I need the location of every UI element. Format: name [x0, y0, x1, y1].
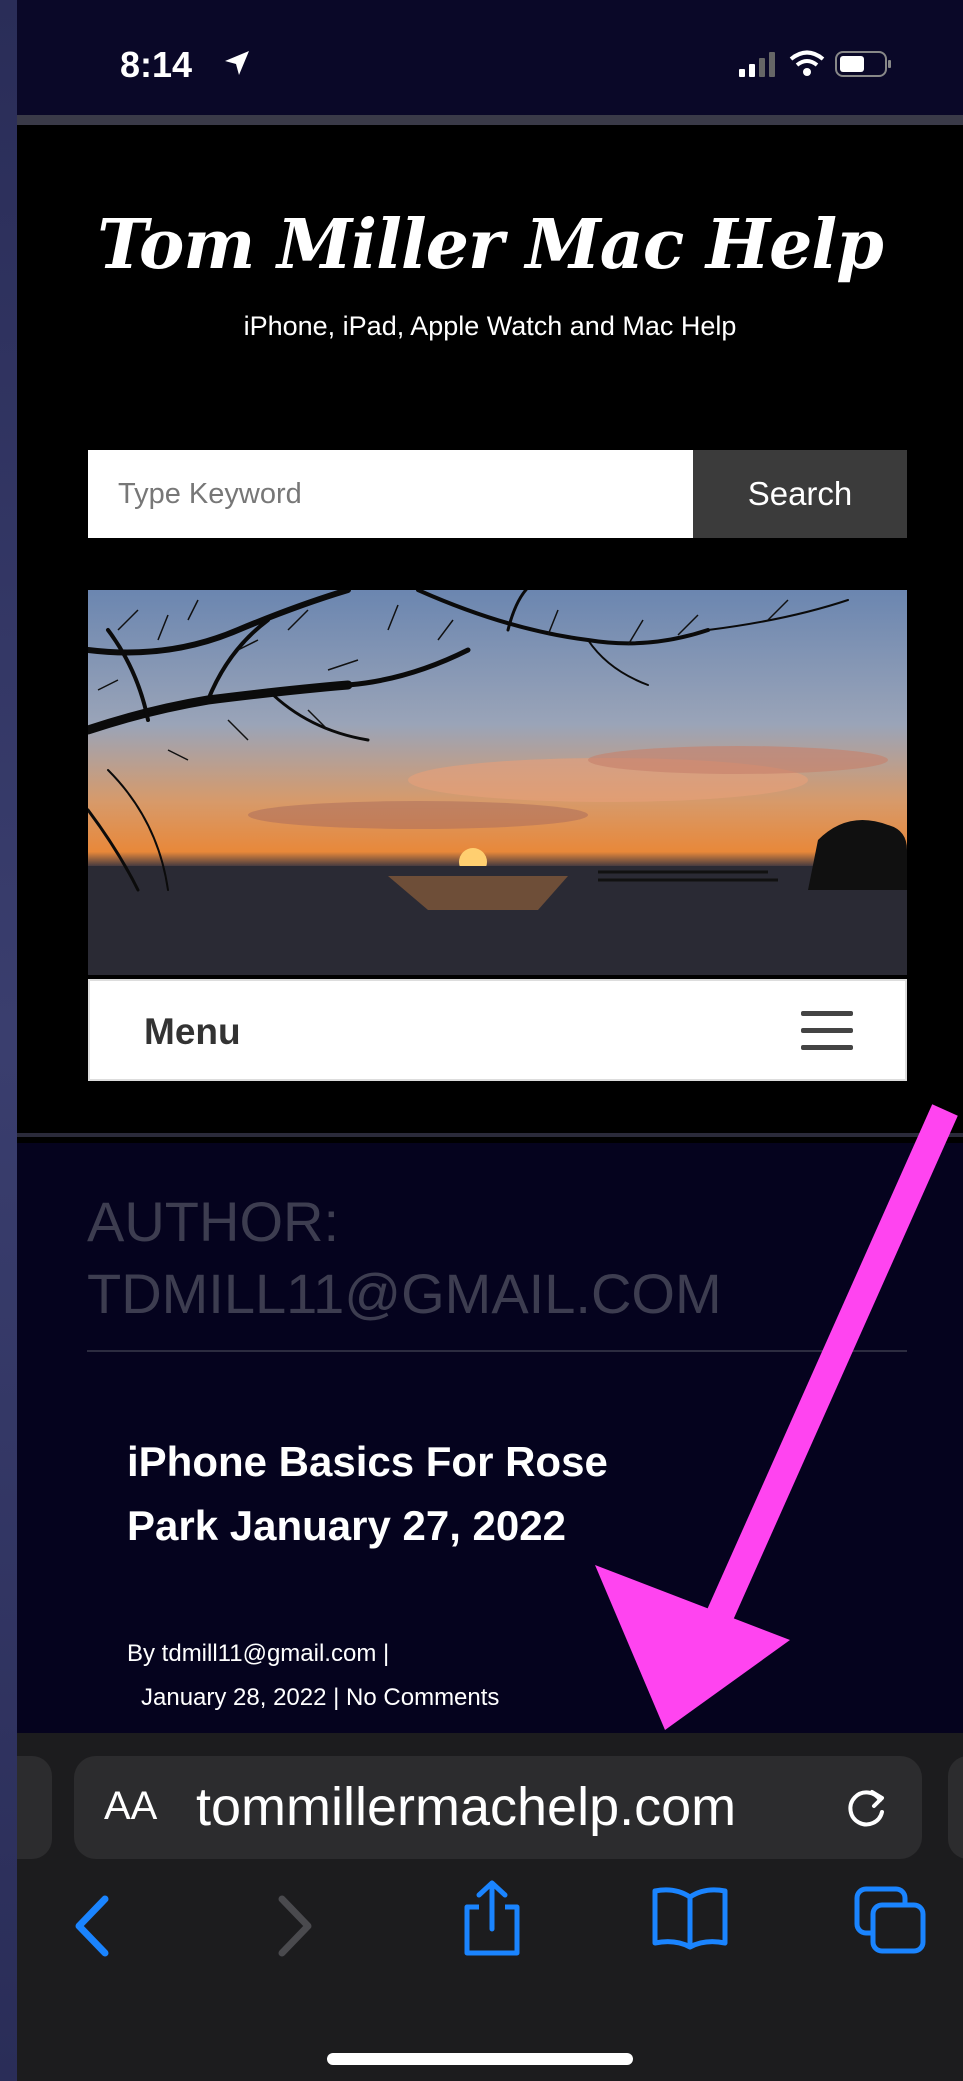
- address-bar[interactable]: AA tommillermachelp.com: [74, 1756, 922, 1859]
- status-time: 8:14: [120, 44, 193, 85]
- signal-icon: [739, 52, 775, 77]
- home-indicator[interactable]: [327, 2053, 633, 2065]
- site-header: Tom Miller Mac Help iPhone, iPad, Apple …: [17, 115, 963, 1143]
- archive-heading-line2: TDMILL11@GMAIL.COM: [87, 1262, 722, 1325]
- reload-icon[interactable]: [840, 1782, 892, 1834]
- tabs-icon[interactable]: [853, 1885, 929, 1955]
- phone-screen: 8:14 Tom Miller Mac Help iPhone, iPad, A…: [17, 0, 963, 2081]
- forward-icon[interactable]: [270, 1891, 320, 1961]
- sunset-lake-image: [88, 590, 907, 975]
- archive-rule: [87, 1350, 907, 1352]
- status-icons: [739, 50, 893, 78]
- location-arrow-icon: [225, 51, 249, 75]
- site-tagline: iPhone, iPad, Apple Watch and Mac Help: [243, 311, 737, 341]
- wifi-icon: [789, 50, 825, 76]
- battery-icon: [835, 51, 891, 77]
- menu-toggle-bar[interactable]: Menu: [88, 979, 907, 1081]
- browser-nav: [17, 1873, 963, 1973]
- share-icon[interactable]: [457, 1879, 527, 1959]
- menu-label: Menu: [144, 1011, 241, 1052]
- post-title[interactable]: iPhone Basics For Rose Park January 27, …: [127, 1430, 687, 1558]
- safari-toolbar: AA tommillermachelp.com: [17, 1733, 963, 2081]
- url-text[interactable]: tommillermachelp.com: [196, 1776, 776, 1838]
- search-button[interactable]: Search: [693, 450, 907, 538]
- hamburger-icon[interactable]: [801, 1011, 853, 1051]
- site-title[interactable]: Tom Miller Mac Help: [17, 205, 963, 285]
- previous-tab-preview[interactable]: [17, 1756, 52, 1859]
- search-input[interactable]: [88, 450, 693, 538]
- bookmarks-icon[interactable]: [650, 1885, 730, 1951]
- back-icon[interactable]: [67, 1891, 117, 1961]
- background-edge: [0, 0, 17, 2081]
- post-byline[interactable]: By tdmill11@gmail.com |: [127, 1640, 389, 1668]
- archive-heading-line1: AUTHOR:: [87, 1190, 339, 1253]
- aa-label: AA: [104, 1784, 158, 1828]
- section-divider: [17, 1133, 963, 1137]
- header-image: [88, 590, 907, 975]
- archive-heading: AUTHOR: TDMILL11@GMAIL.COM: [87, 1186, 722, 1330]
- search-form: Search: [88, 450, 907, 538]
- status-bar: 8:14: [17, 0, 963, 115]
- page-settings-button[interactable]: AA: [104, 1784, 157, 1829]
- next-tab-preview[interactable]: [948, 1756, 963, 1859]
- post-date-comments[interactable]: January 28, 2022 | No Comments: [141, 1684, 499, 1712]
